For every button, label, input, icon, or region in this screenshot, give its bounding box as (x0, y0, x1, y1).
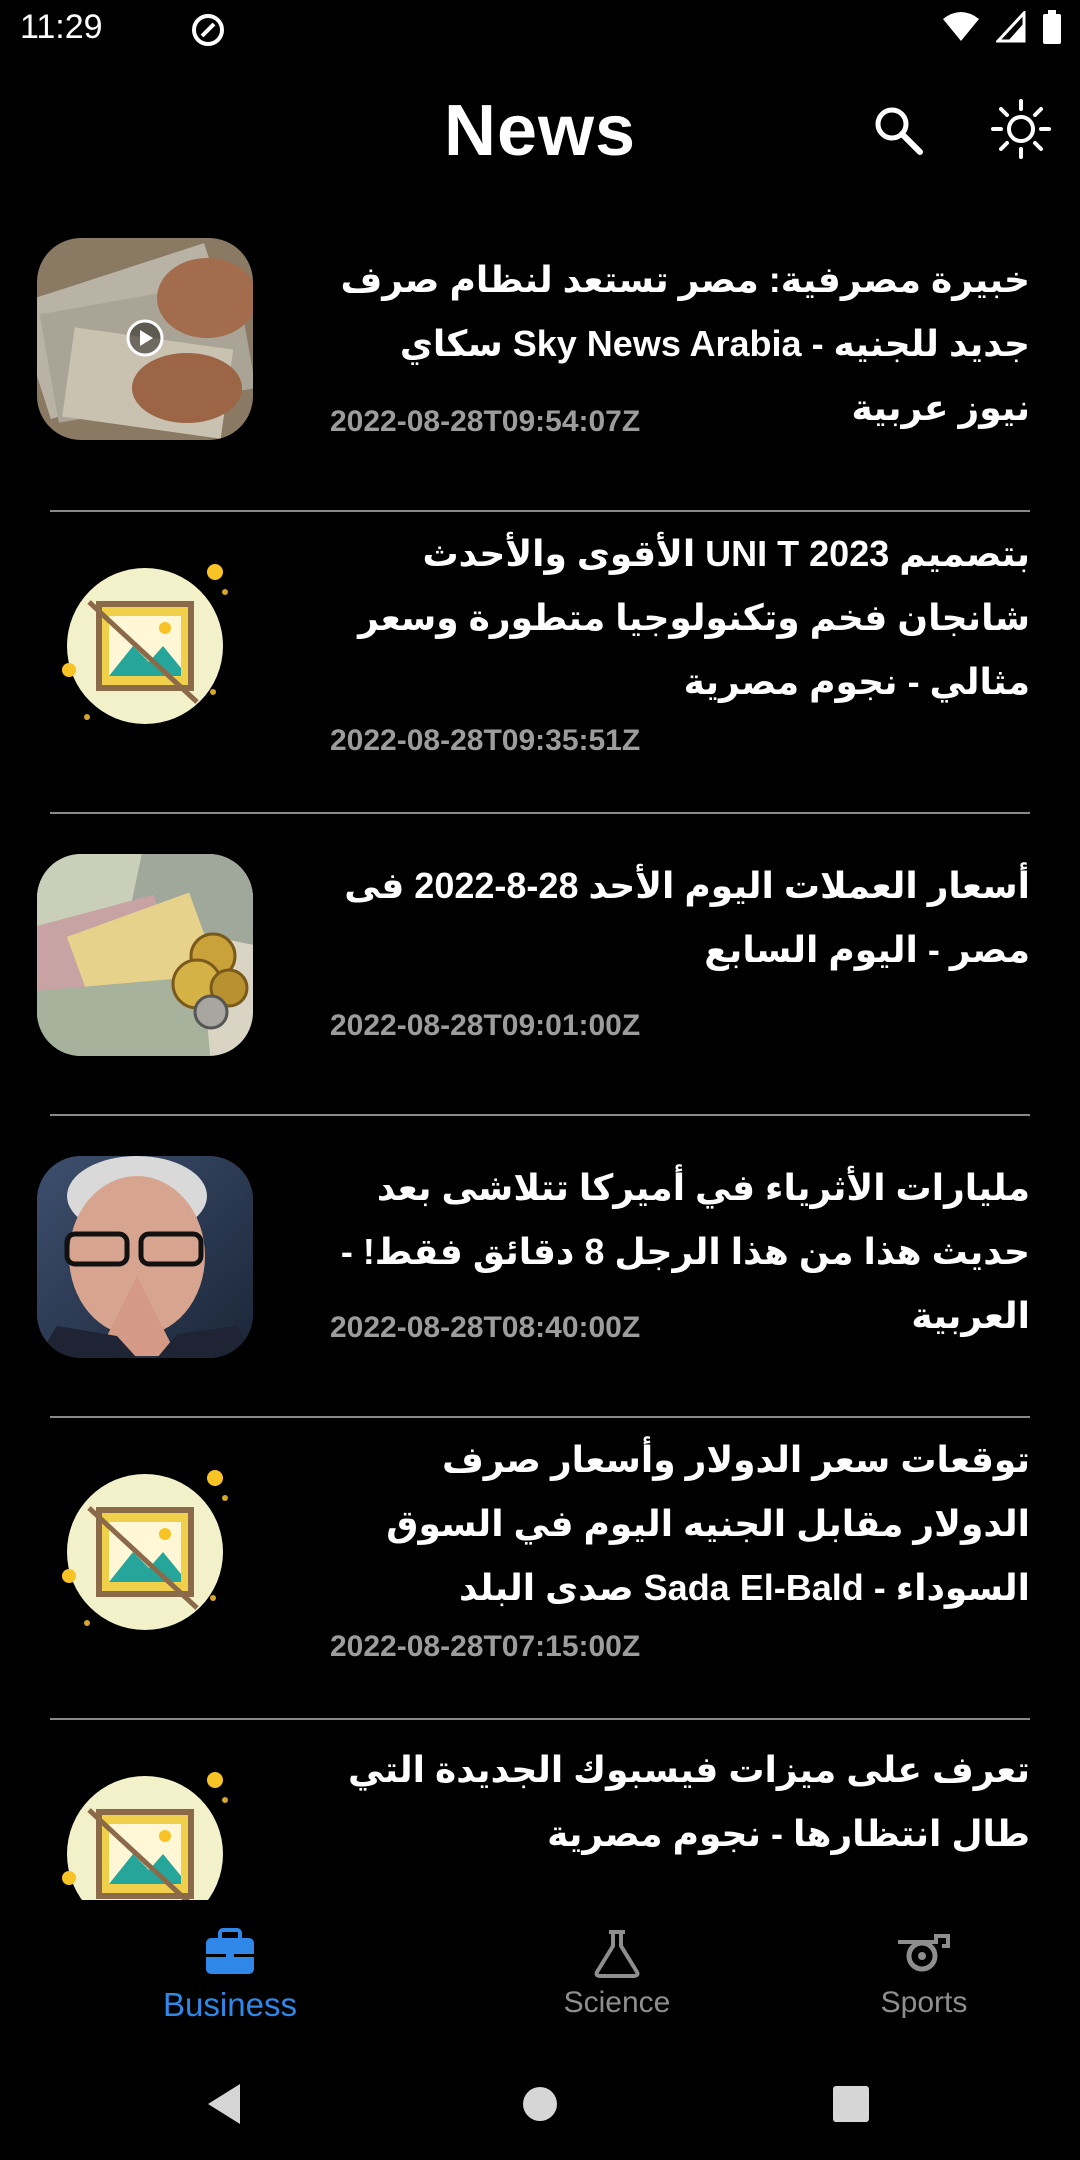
nav-label: Business (163, 1986, 297, 2023)
news-thumbnail (37, 854, 253, 1056)
news-date: 2022-08-28T09:01:00Z (330, 1009, 641, 1042)
flask-icon (594, 1930, 640, 1978)
system-navigation-bar (0, 2060, 1080, 2160)
news-item[interactable]: تعرف على ميزات فيسبوك الجديدة التي طال ا… (0, 1720, 1080, 1900)
news-list[interactable]: خبيرة مصرفية: مصر تستعد لنظام صرف جديد ل… (0, 210, 1080, 1900)
brightness-icon[interactable] (990, 98, 1052, 160)
nav-label: Science (563, 1986, 671, 2019)
banknotes-photo (37, 238, 253, 440)
news-date: 2022-08-28T07:15:00Z (330, 1630, 641, 1663)
news-title: تعرف على ميزات فيسبوك الجديدة التي طال ا… (348, 1749, 1030, 1854)
back-icon[interactable] (204, 2082, 244, 2126)
broken-image-icon (62, 1772, 228, 1900)
news-title: توقعات سعر الدولار وأسعار صرف الدولار مق… (386, 1439, 1030, 1608)
no-image-placeholder (37, 1770, 253, 1900)
news-date: 2022-08-28T08:40:00Z (330, 1311, 641, 1344)
nav-label: Sports (880, 1986, 968, 2019)
app-bar: News (0, 60, 1080, 200)
bottom-navigation: Business Science Sports (0, 1900, 1080, 2060)
signal-icon (996, 11, 1026, 43)
status-icons (942, 10, 1062, 44)
nav-item-sports[interactable]: Sports (814, 1928, 1034, 2020)
portrait-photo (37, 1156, 253, 1358)
briefcase-icon (206, 1928, 254, 1974)
news-date: 2022-08-28T09:35:51Z (330, 724, 641, 757)
status-bar: 11:29 (0, 0, 1080, 60)
broken-image-icon (62, 564, 228, 724)
news-date: 2022-08-28T09:54:07Z (330, 405, 641, 438)
nav-item-science[interactable]: Science (507, 1928, 727, 2020)
no-image-placeholder (37, 1468, 253, 1670)
news-item[interactable]: خبيرة مصرفية: مصر تستعد لنظام صرف جديد ل… (0, 210, 1080, 512)
battery-icon (1043, 10, 1061, 44)
news-item[interactable]: مليارات الأثرياء في أميركا تتلاشى بعد حد… (0, 1116, 1080, 1418)
news-item[interactable]: بتصميم UNI T 2023 الأقوى والأحدث شانجان … (0, 512, 1080, 814)
news-item[interactable]: توقعات سعر الدولار وأسعار صرف الدولار مق… (0, 1418, 1080, 1720)
news-item[interactable]: أسعار العملات اليوم الأحد 28-8-2022 فى م… (0, 814, 1080, 1116)
whistle-icon (898, 1934, 950, 1972)
news-title: بتصميم UNI T 2023 الأقوى والأحدث شانجان … (358, 533, 1030, 702)
wifi-icon (943, 12, 979, 41)
news-thumbnail (37, 238, 253, 440)
news-title: أسعار العملات اليوم الأحد 28-8-2022 فى م… (344, 865, 1030, 970)
nav-item-business[interactable]: Business (120, 1928, 340, 2024)
currencies-photo (37, 854, 253, 1056)
search-icon[interactable] (872, 104, 924, 156)
recents-icon[interactable] (832, 2082, 870, 2126)
news-thumbnail (37, 1156, 253, 1358)
broken-image-icon (62, 1470, 228, 1630)
no-image-placeholder (37, 562, 253, 764)
notification-icon (192, 14, 224, 46)
home-icon[interactable] (522, 2082, 558, 2126)
status-time: 11:29 (20, 8, 103, 46)
